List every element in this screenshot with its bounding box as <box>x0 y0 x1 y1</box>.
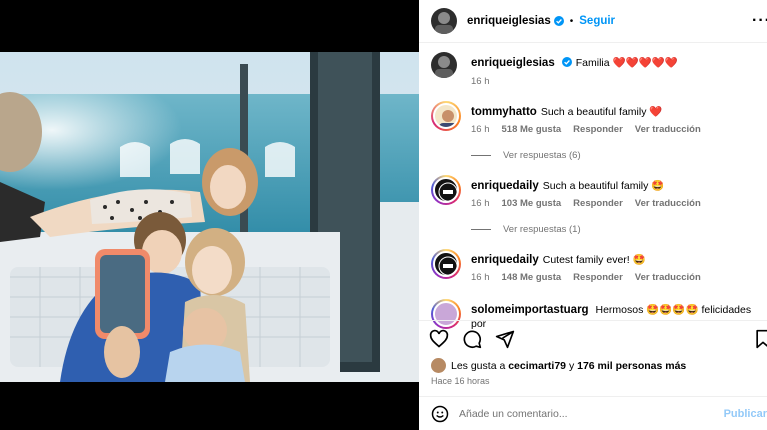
post-actions-bar <box>419 320 767 356</box>
verified-badge-icon <box>553 16 564 26</box>
caption-author-avatar[interactable] <box>431 52 457 78</box>
commenter-photo <box>433 103 459 129</box>
caption-avatar-image <box>435 56 453 78</box>
comment-avatar[interactable] <box>431 175 461 205</box>
save-bookmark-icon[interactable] <box>753 329 767 349</box>
comment-time: 16 h <box>471 124 490 135</box>
share-send-icon[interactable] <box>495 329 515 349</box>
translate-button[interactable]: Ver traducción <box>635 272 701 283</box>
more-options-icon[interactable]: ··· <box>752 12 767 30</box>
comment-emoji: 🤩 <box>651 180 665 192</box>
comment-emoji: 🤩 <box>632 254 646 266</box>
likes-connector: y <box>568 359 575 372</box>
author-avatar[interactable] <box>431 8 457 34</box>
liker-username[interactable]: cecimarti79 <box>508 360 566 372</box>
post-time-ago: Hace 16 horas <box>431 376 490 386</box>
emoji-picker-icon[interactable] <box>431 405 449 423</box>
post-photo[interactable] <box>0 52 419 382</box>
post-header: enriqueiglesias • Seguir ··· <box>419 0 767 43</box>
verified-badge-icon <box>561 57 572 67</box>
replies-line <box>471 229 491 230</box>
comment-time: 16 h <box>471 272 490 283</box>
post-caption: enriqueiglesias Familia ❤️❤️❤️❤️❤️ 16 h <box>431 52 761 87</box>
comment-username[interactable]: tommyhatto <box>471 106 537 118</box>
commenter-photo <box>433 251 459 277</box>
caption-username[interactable]: enriqueiglesias <box>471 57 555 69</box>
comment-text: Cutest family ever! <box>542 254 630 266</box>
comment-username[interactable]: enriquedaily <box>471 254 539 266</box>
author-avatar-image <box>435 12 453 34</box>
caption-time: 16 h <box>471 76 490 87</box>
replies-line <box>471 155 491 156</box>
caption-text: Familia <box>575 57 610 69</box>
comment-avatar[interactable] <box>431 249 461 279</box>
enrique-daily-logo-icon <box>438 182 457 201</box>
family-boat-photo <box>0 52 419 382</box>
likes-summary: Les gusta a cecimarti79 y 176 mil person… <box>431 358 686 373</box>
enrique-daily-logo-icon <box>438 256 457 275</box>
comment-bubble-icon[interactable] <box>462 329 482 349</box>
comment-likes[interactable]: 518 Me gusta <box>502 124 562 135</box>
view-replies-button[interactable]: Ver respuestas (6) <box>471 150 581 161</box>
comment-item: tommyhatto Such a beautiful family ❤️ 16 … <box>431 101 761 135</box>
comment-username[interactable]: enriquedaily <box>471 180 539 192</box>
comment-item: enriquedaily Such a beautiful family 🤩 16… <box>431 175 761 209</box>
comment-input-bar: Añade un comentario... Publicar <box>419 396 767 430</box>
separator-dot: • <box>569 15 574 27</box>
view-replies-label: Ver respuestas (6) <box>503 150 581 161</box>
comment-text: Such a beautiful family <box>542 180 649 192</box>
comment-likes[interactable]: 103 Me gusta <box>502 198 562 209</box>
view-replies-button[interactable]: Ver respuestas (1) <box>471 224 581 235</box>
reply-button[interactable]: Responder <box>573 272 623 283</box>
like-heart-icon[interactable] <box>429 329 449 349</box>
publish-button[interactable]: Publicar <box>724 408 767 420</box>
comment-text: Such a beautiful family <box>540 106 647 118</box>
translate-button[interactable]: Ver traducción <box>635 124 701 135</box>
commenter-image <box>439 110 457 127</box>
comment-item: enriquedaily Cutest family ever! 🤩 16 h 1… <box>431 249 761 283</box>
comment-input[interactable]: Añade un comentario... <box>459 408 568 420</box>
translate-button[interactable]: Ver traducción <box>635 198 701 209</box>
follow-button[interactable]: Seguir <box>579 15 615 27</box>
view-replies-label: Ver respuestas (1) <box>503 224 581 235</box>
post-side-panel: enriqueiglesias • Seguir ··· enriqueigle… <box>419 0 767 430</box>
post-media-pane <box>0 0 419 430</box>
reply-button[interactable]: Responder <box>573 198 623 209</box>
comment-emoji: ❤️ <box>649 106 663 118</box>
caption-emojis: ❤️❤️❤️❤️❤️ <box>612 57 678 69</box>
likes-prefix: Les gusta a <box>451 359 506 372</box>
comment-username[interactable]: solomeimportastuarg <box>471 304 589 316</box>
liker-avatar <box>431 358 446 373</box>
comment-time: 16 h <box>471 198 490 209</box>
author-username[interactable]: enriqueiglesias <box>467 15 551 27</box>
comment-likes[interactable]: 148 Me gusta <box>502 272 562 283</box>
comment-avatar[interactable] <box>431 101 461 131</box>
likes-others-count[interactable]: 176 mil personas más <box>577 360 686 372</box>
commenter-photo <box>433 177 459 203</box>
reply-button[interactable]: Responder <box>573 124 623 135</box>
